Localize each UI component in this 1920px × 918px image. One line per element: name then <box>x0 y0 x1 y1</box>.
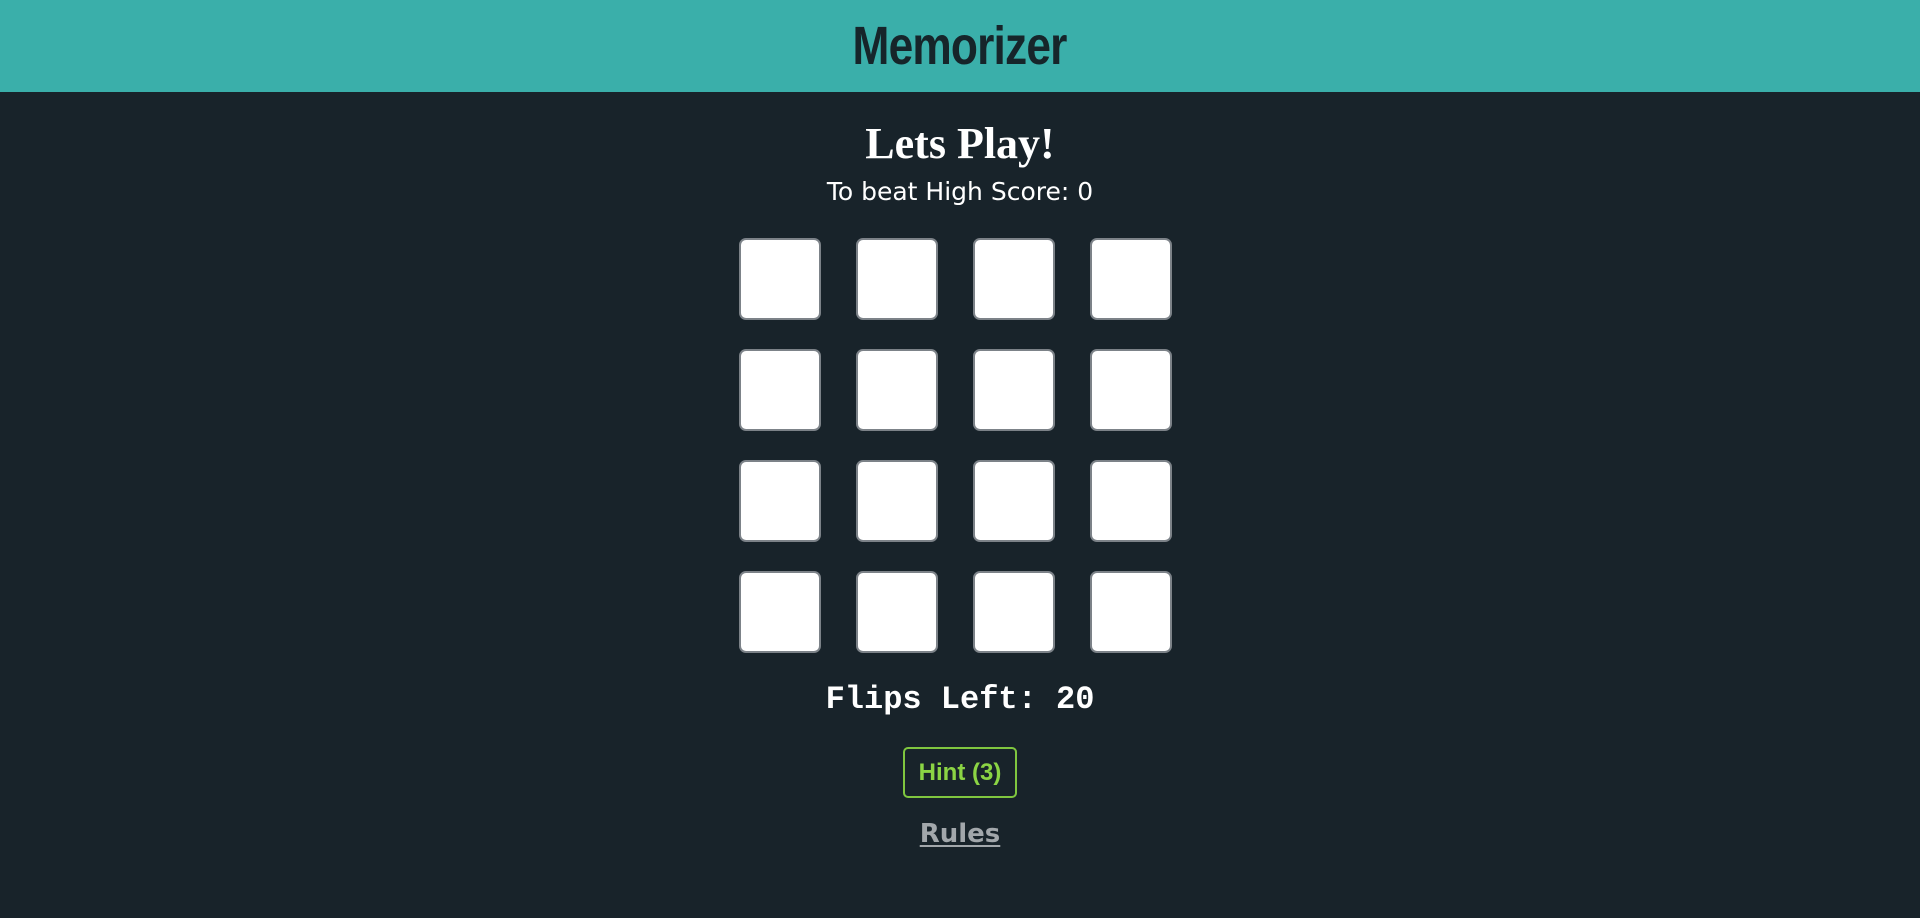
memory-card[interactable] <box>739 460 821 542</box>
rules-link[interactable]: Rules <box>920 819 1001 849</box>
app-title: Memorizer <box>852 16 1068 76</box>
hint-button[interactable]: Hint (3) <box>903 747 1017 798</box>
high-score-text: To beat High Score: 0 <box>826 177 1094 206</box>
memory-card[interactable] <box>973 571 1055 653</box>
memory-card[interactable] <box>856 238 938 320</box>
memory-card[interactable] <box>739 238 821 320</box>
memory-card[interactable] <box>973 238 1055 320</box>
memory-card[interactable] <box>856 349 938 431</box>
rules-area: Rules <box>0 819 1920 849</box>
game-area: Lets Play! To beat High Score: 0 Flips L… <box>0 92 1920 918</box>
hint-area: Hint (3) <box>0 747 1920 798</box>
memory-card[interactable] <box>1090 349 1172 431</box>
card-grid <box>739 238 1172 653</box>
game-heading: Lets Play! <box>865 119 1055 168</box>
memory-card[interactable] <box>973 349 1055 431</box>
memory-card[interactable] <box>973 460 1055 542</box>
memory-card[interactable] <box>1090 238 1172 320</box>
top-bar: Memorizer <box>0 0 1920 92</box>
memory-card[interactable] <box>1090 571 1172 653</box>
memory-card[interactable] <box>739 571 821 653</box>
memory-card[interactable] <box>856 460 938 542</box>
flips-left-counter: Flips Left: 20 <box>825 681 1095 718</box>
memory-card[interactable] <box>1090 460 1172 542</box>
memory-card[interactable] <box>856 571 938 653</box>
memory-card[interactable] <box>739 349 821 431</box>
